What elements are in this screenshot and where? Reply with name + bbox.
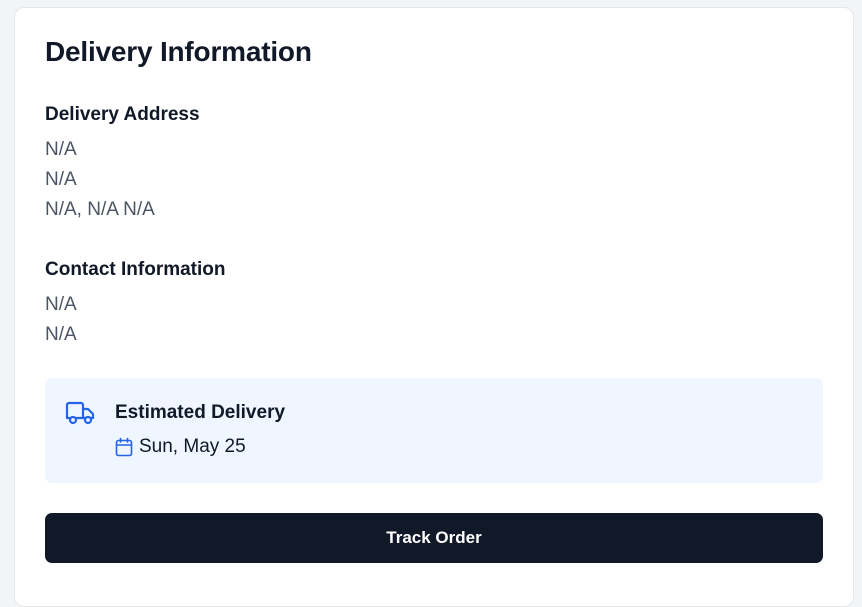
delivery-address-heading: Delivery Address: [45, 104, 200, 125]
estimated-delivery-date-row: Sun, May 25: [115, 436, 246, 458]
estimated-delivery-date: Sun, May 25: [139, 436, 246, 457]
track-order-button[interactable]: Track Order: [45, 513, 823, 563]
estimated-delivery-heading: Estimated Delivery: [115, 402, 286, 423]
card-title: Delivery Information: [45, 36, 312, 67]
contact-line-1: N/A: [45, 294, 77, 315]
contact-info-heading: Contact Information: [45, 259, 226, 280]
estimated-delivery-panel: Estimated Delivery Sun, May 25: [45, 378, 823, 483]
delivery-info-card: Delivery Information Delivery Address N/…: [14, 7, 854, 607]
calendar-icon: [115, 437, 133, 457]
address-line-1: N/A: [45, 139, 77, 160]
contact-line-2: N/A: [45, 324, 77, 345]
address-line-3: N/A, N/A N/A: [45, 199, 155, 220]
truck-icon: [65, 401, 95, 427]
address-line-2: N/A: [45, 169, 77, 190]
